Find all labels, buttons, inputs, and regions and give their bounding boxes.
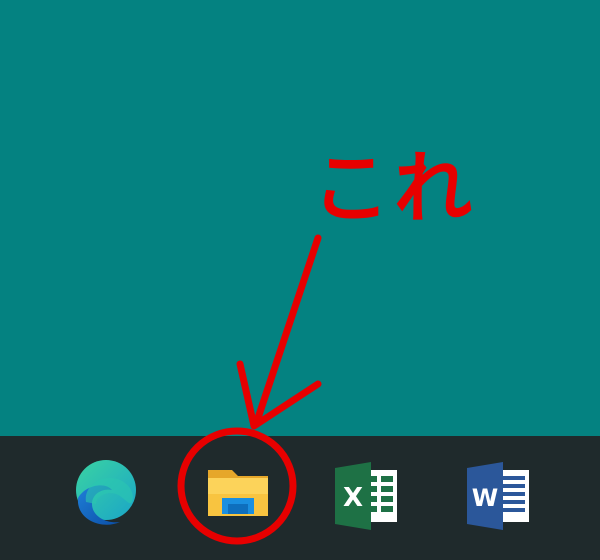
taskbar-word-button[interactable]: W [459, 456, 539, 536]
edge-icon [76, 460, 136, 525]
word-glyph: W [472, 484, 498, 512]
taskbar-file-explorer-button[interactable] [198, 454, 278, 534]
excel-icon: X [335, 462, 397, 530]
taskbar-excel-button[interactable]: X [327, 456, 407, 536]
excel-glyph: X [343, 483, 363, 513]
taskbar-edge-button[interactable] [66, 454, 146, 534]
annotation-callout-text: これ [312, 144, 477, 234]
word-icon: W [467, 462, 529, 530]
desktop-background [0, 0, 600, 436]
file-explorer-icon [208, 470, 268, 516]
